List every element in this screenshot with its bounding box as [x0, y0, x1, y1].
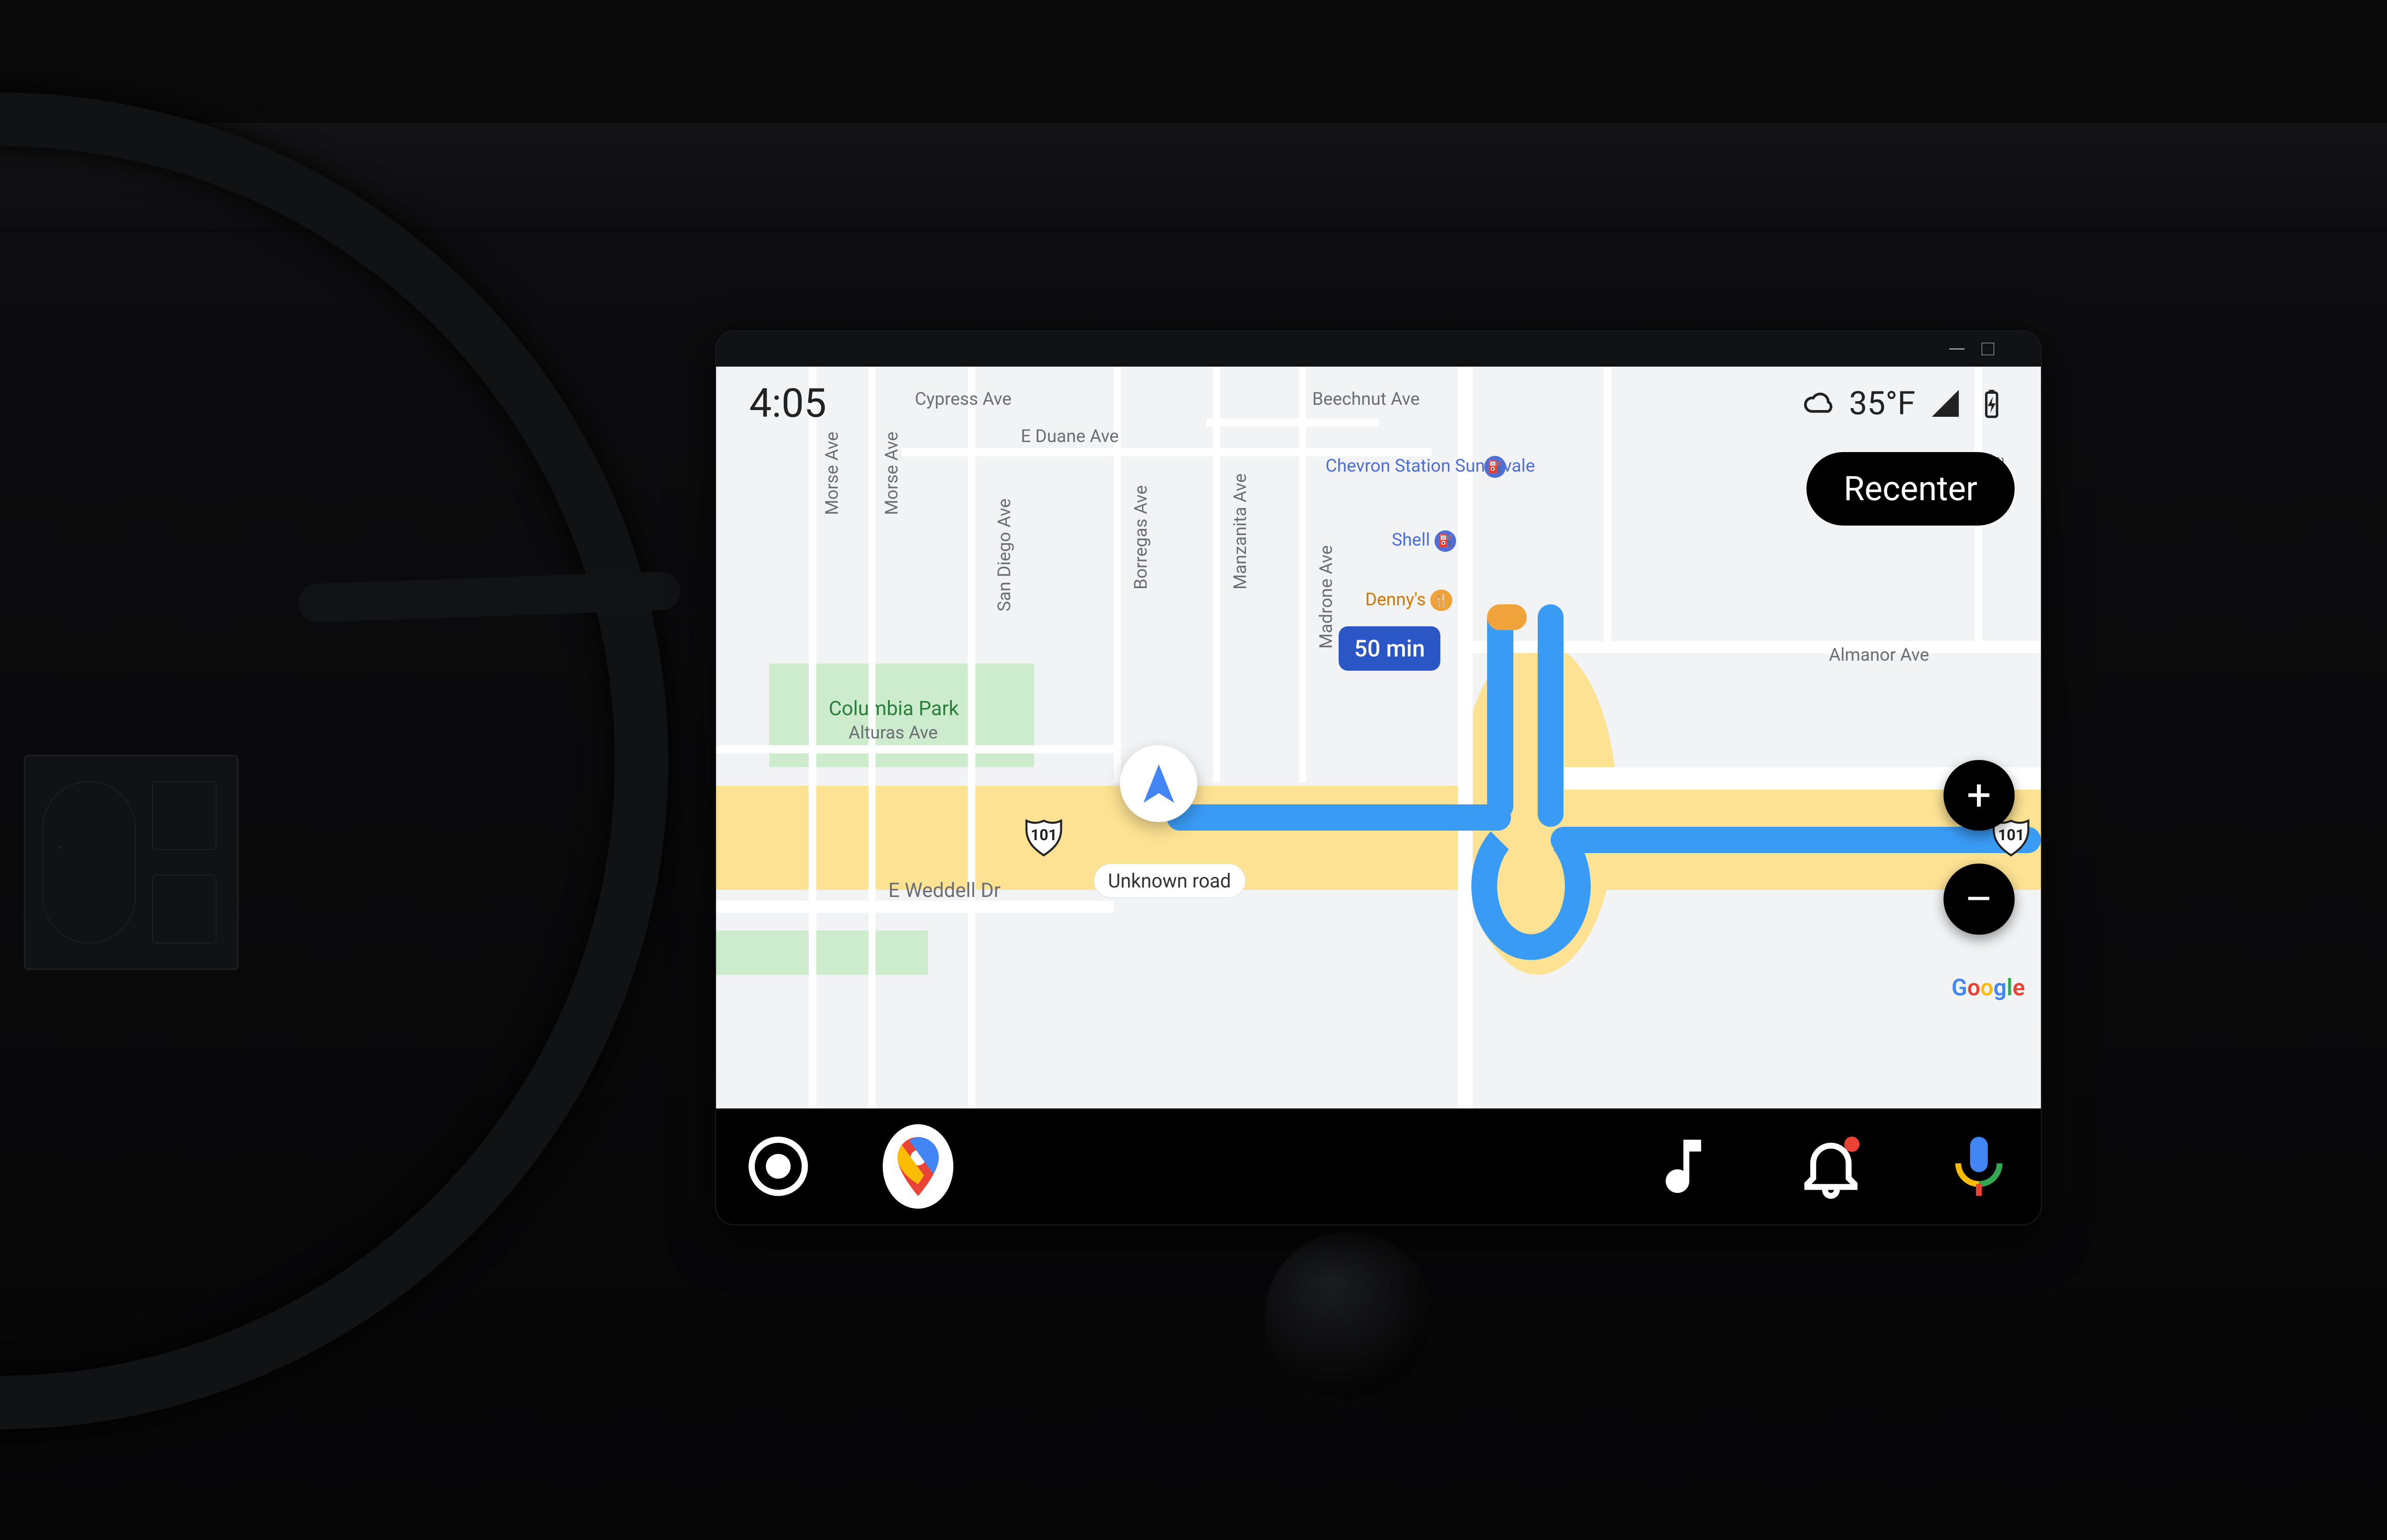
restaurant-icon: 🍴 [1430, 590, 1452, 611]
head-unit: 4:05 35°F Columbia Park [716, 331, 2041, 1224]
route-segment [1551, 827, 2041, 853]
minimize-icon [1949, 348, 1965, 349]
poi-restaurant[interactable]: Denny's🍴 [1365, 590, 1452, 612]
park-label: Columbia Park [829, 697, 959, 720]
gas-pump-icon: ⛽ [1484, 456, 1506, 477]
poi-gas-station[interactable]: Shell⛽ [1392, 530, 1456, 552]
route-segment-slow [1487, 604, 1527, 631]
highway-shield: 101 [1021, 812, 1067, 858]
close-icon [2010, 340, 2027, 357]
notifications-button[interactable] [1796, 1131, 1866, 1202]
road [902, 448, 1432, 456]
system-navbar [716, 1108, 2041, 1224]
street-label: Alturas Ave [849, 723, 938, 743]
music-note-icon [1648, 1131, 1719, 1202]
street-label: Madrone Ave [1316, 545, 1337, 649]
media-button[interactable] [1648, 1131, 1719, 1202]
street-label: Beechnut Ave [1312, 389, 1420, 410]
window-maximize-button[interactable] [1979, 340, 1996, 357]
poi-label: Shell [1392, 530, 1430, 550]
road [809, 367, 816, 1108]
maximize-icon [1982, 343, 1994, 355]
wheel-button-1 [152, 781, 216, 850]
route-segment [1487, 604, 1513, 820]
route-segment [1538, 604, 1564, 827]
zoom-out-button[interactable]: – [1943, 864, 2014, 934]
google-maps-app-button[interactable] [883, 1131, 953, 1202]
vehicle-dashboard-stage: OK 4:05 35°F [0, 0, 2387, 1540]
google-maps-icon [883, 1124, 953, 1209]
traffic-eta-badge[interactable]: 50 min [1339, 626, 1440, 670]
road [968, 367, 975, 1108]
assistant-button[interactable] [1943, 1131, 2014, 1202]
rotary-knob [1265, 1232, 1432, 1399]
assistant-mic-icon [1943, 1131, 2014, 1202]
vehicle-location-puck[interactable] [1120, 745, 1197, 822]
street-label: Morse Ave [882, 432, 902, 515]
map-canvas[interactable]: Columbia Park [716, 367, 2041, 1108]
head-unit-screen: 4:05 35°F Columbia Park [716, 367, 2041, 1224]
zoom-in-button[interactable]: + [1943, 760, 2014, 831]
road [1213, 367, 1220, 782]
current-road-chip: Unknown road [1094, 864, 1246, 898]
window-close-button[interactable] [2010, 340, 2027, 357]
steering-wheel-buttons: OK [24, 755, 239, 970]
app-launcher-button[interactable] [743, 1131, 813, 1202]
road [1458, 367, 1473, 1108]
shield-number: 101 [1021, 812, 1067, 858]
street-label: E Duane Ave [1021, 426, 1119, 447]
window-minimize-button[interactable] [1948, 340, 1965, 357]
street-label: Manzanita Ave [1230, 473, 1251, 589]
poi-gas-station[interactable]: Chevron Station Sunnyvale⛽ [1326, 456, 1485, 478]
road [716, 901, 1114, 913]
street-label: Morse Ave [822, 432, 843, 515]
navigation-arrow-icon [1136, 760, 1182, 807]
road [716, 745, 1114, 753]
ok-label: OK [59, 846, 63, 849]
street-label: Cypress Ave [915, 389, 1012, 410]
road [1206, 419, 1379, 427]
street-label: San Diego Ave [994, 498, 1015, 612]
launcher-icon [743, 1131, 813, 1202]
road [1604, 367, 1611, 641]
street-label: E Weddell Dr [888, 879, 1001, 902]
park-area [716, 930, 928, 975]
wheel-button-2 [152, 875, 216, 943]
road [1299, 367, 1306, 782]
poi-label: Chevron Station Sunnyvale [1326, 456, 1480, 476]
poi-label: Denny's [1365, 590, 1426, 610]
street-label: Borregas Ave [1131, 485, 1151, 590]
recenter-button[interactable]: Recenter [1806, 452, 2014, 526]
google-attribution: Google [1952, 974, 2025, 1001]
gas-pump-icon: ⛽ [1435, 530, 1456, 552]
street-label: Almanor Ave [1829, 645, 1929, 665]
route-segment [1167, 804, 1511, 831]
window-titlebar [716, 331, 2041, 367]
dpad-icon: OK [42, 781, 136, 943]
